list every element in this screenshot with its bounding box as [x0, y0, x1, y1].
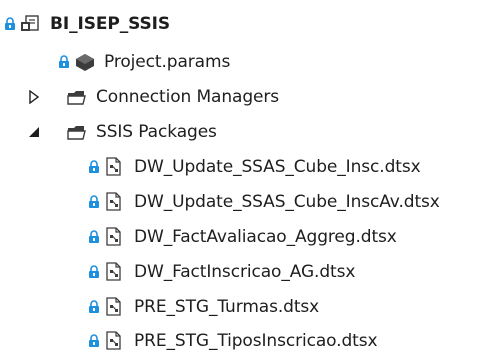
lock-icon	[89, 230, 99, 243]
ssis-project-icon	[21, 15, 39, 31]
package-label: DW_Update_SSAS_Cube_Insc.dtsx	[134, 157, 421, 177]
package-label: PRE_STG_Turmas.dtsx	[134, 297, 320, 317]
dtsx-package-icon	[106, 262, 121, 281]
package-item[interactable]: DW_Update_SSAS_Cube_InscAv.dtsx	[88, 187, 440, 217]
package-label: DW_FactAvaliacao_Aggreg.dtsx	[134, 227, 397, 247]
package-item[interactable]: PRE_STG_TiposInscricao.dtsx	[88, 326, 378, 351]
ssis-packages-label: SSIS Packages	[96, 122, 217, 142]
lock-icon	[5, 17, 15, 30]
package-label: PRE_STG_TiposInscricao.dtsx	[134, 331, 378, 351]
lock-icon	[59, 55, 69, 68]
collapse-arrow-icon[interactable]	[28, 125, 40, 139]
package-item[interactable]: DW_Update_SSAS_Cube_Insc.dtsx	[88, 152, 421, 182]
folder-icon	[67, 91, 86, 105]
params-icon	[76, 54, 94, 71]
connection-managers-node[interactable]: Connection Managers	[66, 82, 279, 112]
project-node[interactable]: BI_ISEP_SSIS	[4, 9, 170, 39]
expand-arrow-icon[interactable]	[28, 90, 40, 104]
dtsx-package-icon	[106, 157, 121, 176]
lock-icon	[89, 160, 99, 173]
lock-icon	[89, 195, 99, 208]
package-item[interactable]: PRE_STG_Turmas.dtsx	[88, 292, 319, 322]
dtsx-package-icon	[106, 192, 121, 211]
lock-icon	[89, 334, 99, 347]
project-name: BI_ISEP_SSIS	[50, 14, 171, 34]
package-label: DW_FactInscricao_AG.dtsx	[134, 262, 356, 282]
lock-icon	[89, 300, 99, 313]
folder-icon	[67, 126, 86, 140]
package-label: DW_Update_SSAS_Cube_InscAv.dtsx	[134, 192, 440, 212]
project-params-label: Project.params	[104, 52, 231, 72]
ssis-packages-node[interactable]: SSIS Packages	[66, 117, 217, 147]
package-item[interactable]: DW_FactInscricao_AG.dtsx	[88, 257, 355, 287]
package-item[interactable]: DW_FactAvaliacao_Aggreg.dtsx	[88, 222, 397, 252]
lock-icon	[89, 265, 99, 278]
dtsx-package-icon	[106, 331, 121, 350]
project-params-node[interactable]: Project.params	[58, 47, 230, 77]
connection-managers-label: Connection Managers	[96, 87, 280, 107]
dtsx-package-icon	[106, 297, 121, 316]
solution-explorer-tree: BI_ISEP_SSIS Project.params Connection M…	[0, 0, 480, 351]
dtsx-package-icon	[106, 227, 121, 246]
